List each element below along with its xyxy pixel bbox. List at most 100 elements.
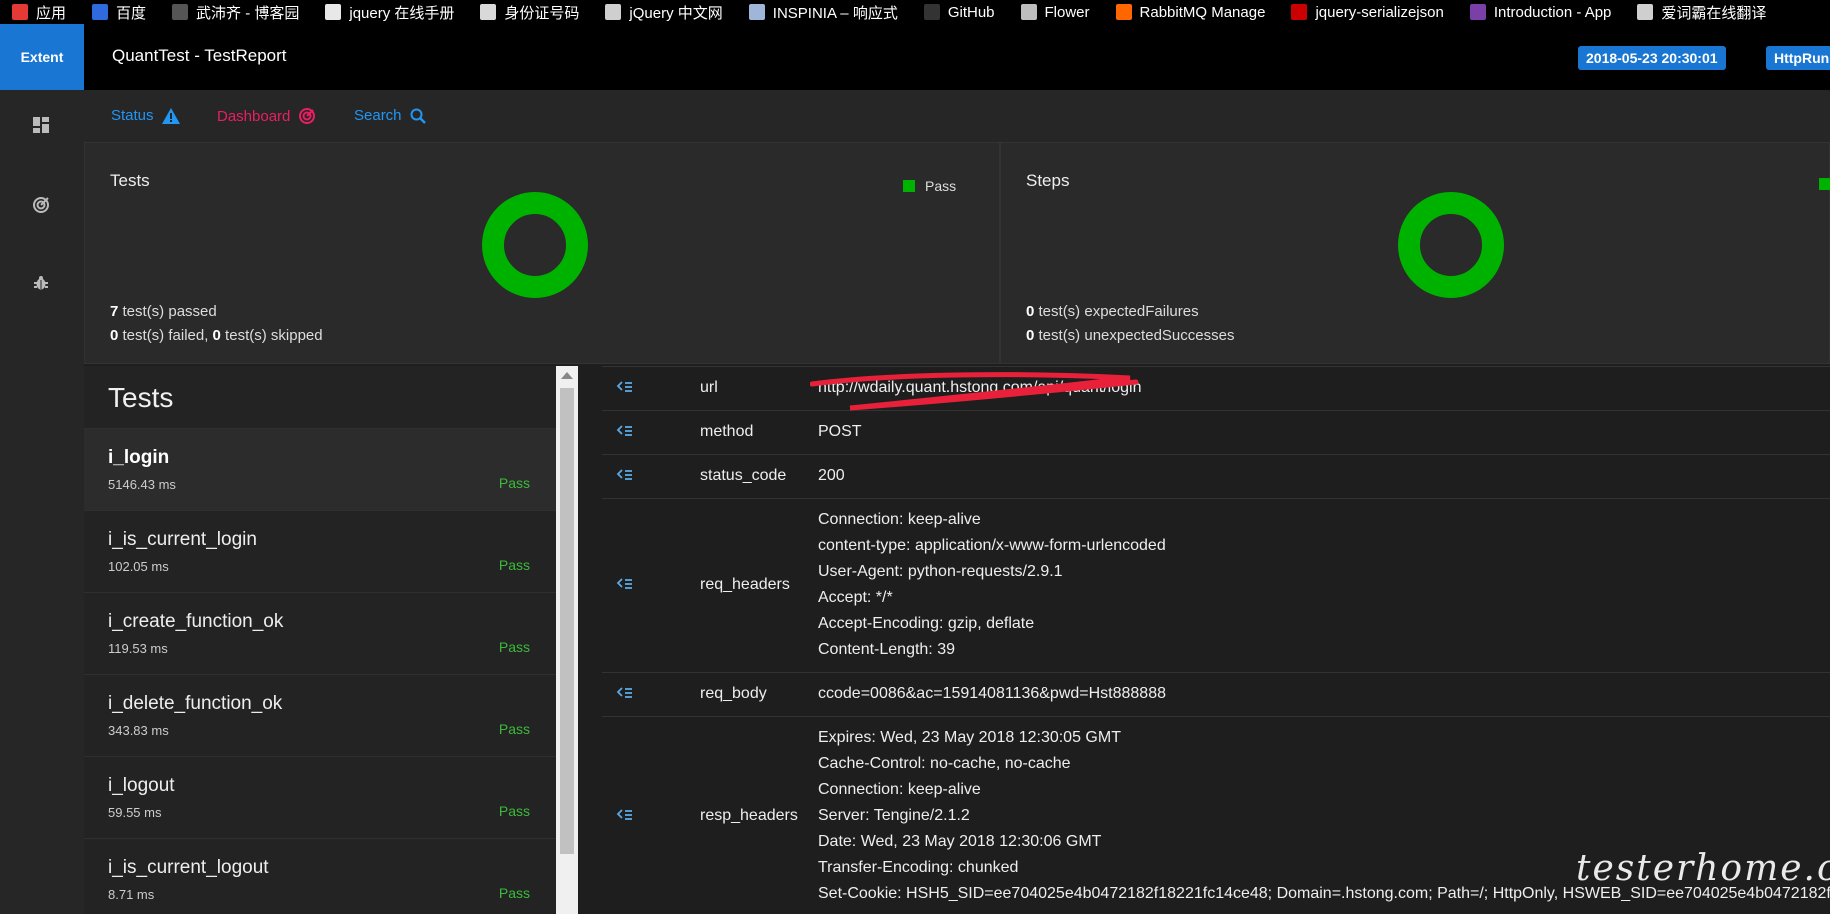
bookmark-label: INSPINIA – 响应式 — [772, 4, 898, 22]
bookmark-label: jQuery 中文网 — [629, 4, 723, 22]
bookmark-item[interactable]: jQuery 中文网 — [605, 2, 723, 23]
detail-value-line: Cache-Control: no-cache, no-cache — [818, 755, 1071, 772]
bookmark-item[interactable]: 身份证号码 — [480, 2, 579, 23]
detail-value-line: content-type: application/x-www-form-url… — [818, 537, 1166, 554]
tests-heading: Tests — [108, 382, 174, 413]
expand-toggle-icon[interactable] — [616, 424, 634, 438]
bookmark-label: RabbitMQ Manage — [1139, 3, 1266, 21]
bug-icon[interactable] — [30, 272, 52, 294]
test-status: Pass — [498, 557, 530, 573]
test-list-item[interactable]: i_login 5146.43 ms Pass — [84, 428, 556, 510]
test-list-item[interactable]: i_create_function_ok 119.53 ms Pass — [84, 592, 556, 674]
radar-icon[interactable] — [30, 194, 52, 216]
page-icon — [605, 4, 622, 20]
test-status: Pass — [498, 885, 530, 901]
bookmark-item[interactable]: 应用 — [12, 2, 66, 23]
bookmark-label: 应用 — [36, 4, 67, 22]
bookmark-item[interactable]: 武沛齐 - 博客园 — [172, 2, 299, 23]
app-icon — [1469, 4, 1486, 20]
steps-legend — [1819, 178, 1830, 190]
timestamp-badge: 2018-05-23 20:30:01 — [1578, 46, 1726, 70]
detail-row: status_code 200 — [602, 454, 1830, 498]
test-list-item[interactable]: i_is_current_logout 8.71 ms Pass — [84, 838, 556, 914]
detail-value-line: Accept-Encoding: gzip, deflate — [818, 615, 1035, 632]
test-detail-panel: url http://wdaily.quant.hstong.com/api/qu… — [578, 366, 1830, 914]
bookmark-label: 爱词霸在线翻译 — [1661, 4, 1767, 22]
scroll-up-arrow[interactable] — [561, 372, 573, 379]
bookmark-label: jquery-serializejson — [1315, 3, 1444, 21]
steps-summary-card: Steps 0 test(s) expectedFailures 0 test(… — [1000, 142, 1830, 364]
dashboard-grid-icon[interactable] — [30, 114, 52, 136]
detail-key: method — [700, 423, 754, 440]
test-duration: 102.05 ms — [108, 559, 169, 574]
bookmark-item[interactable]: jquery-serializejson — [1291, 3, 1444, 21]
donut-slice-pass[interactable] — [482, 192, 588, 298]
donut-slice-pass[interactable] — [1398, 192, 1504, 298]
expand-toggle-icon[interactable] — [616, 577, 634, 591]
test-name: i_delete_function_ok — [108, 693, 283, 714]
blog-icon — [172, 4, 189, 20]
detail-row: req_body ccode=0086&ac=15914081136&pwd=Hs… — [602, 672, 1830, 716]
search-tab[interactable]: Search — [354, 107, 426, 124]
detail-value-line: ccode=0086&ac=15914081136&pwd=Hst888888 — [818, 685, 1166, 702]
brand-logo[interactable]: Extent — [0, 24, 84, 90]
bookmark-item[interactable]: INSPINIA – 响应式 — [748, 2, 898, 23]
detail-value-line: Expires: Wed, 23 May 2018 12:30:05 GMT — [818, 729, 1121, 746]
scrollbar-thumb[interactable] — [560, 388, 574, 854]
test-list-panel: Tests i_login 5146.43 ms Pass i_is_current_… — [84, 366, 556, 914]
test-list-item[interactable]: i_is_current_login 102.05 ms Pass — [84, 510, 556, 592]
bookmark-label: 百度 — [116, 4, 147, 22]
detail-row: req_headers Connection: keep-alive content… — [602, 498, 1830, 672]
detail-value-line: Connection: keep-alive — [818, 781, 981, 798]
bookmark-item[interactable]: 百度 — [92, 2, 146, 23]
bookmark-label: GitHub — [947, 3, 995, 21]
test-status: Pass — [498, 639, 530, 655]
tests-skipped-text: test(s) skipped — [220, 327, 323, 344]
dashboard-radar-icon — [299, 108, 316, 124]
bookmark-item[interactable]: Introduction - App — [1469, 4, 1611, 21]
status-tab[interactable]: Status — [111, 107, 180, 124]
tests-donut-chart — [482, 192, 588, 298]
pass-legend-label: Pass — [925, 178, 957, 194]
detail-key: req_body — [700, 685, 767, 702]
test-name: i_login — [108, 447, 170, 468]
bookmarks-bar: 应用 百度 武沛齐 - 博客园 jquery 在线手册 身份证号码 jQuery 中文网 I… — [0, 0, 1830, 24]
detail-value: POST — [818, 419, 862, 445]
tests-summary-card: Tests Pass 7 test(s) passed 0 test(s) fa… — [84, 142, 1000, 364]
bookmark-item[interactable]: Flower — [1020, 4, 1090, 21]
watermark: testerhome.com — [1576, 848, 1830, 889]
tests-passed-stat: 7 test(s) passed — [110, 303, 217, 320]
side-nav — [0, 90, 84, 914]
test-duration: 8.71 ms — [108, 887, 155, 902]
expand-toggle-icon[interactable] — [616, 808, 634, 822]
github-icon — [923, 4, 940, 20]
steps-legend-swatch — [1819, 178, 1830, 190]
detail-value-line: Content-Length: 39 — [818, 641, 955, 658]
test-duration: 119.53 ms — [108, 641, 168, 656]
pass-legend-swatch — [903, 180, 915, 192]
detail-key: req_headers — [700, 576, 790, 593]
bookmark-item[interactable]: RabbitMQ Manage — [1115, 3, 1266, 21]
expected-failures-stat: 0 test(s) expectedFailures — [1026, 303, 1199, 320]
tests-legend: Pass — [903, 178, 956, 194]
bookmark-item[interactable]: GitHub — [923, 3, 995, 21]
bookmark-item[interactable]: jquery 在线手册 — [325, 2, 454, 23]
tests-passed-text: test(s) passed — [118, 303, 217, 320]
expand-toggle-icon[interactable] — [616, 380, 634, 394]
apps-grid-icon — [12, 4, 28, 20]
dashboard-tab[interactable]: Dashboard — [217, 107, 316, 125]
rabbitmq-icon — [1115, 4, 1132, 20]
steps-card-title: Steps — [1026, 171, 1070, 190]
expand-toggle-icon[interactable] — [616, 468, 634, 482]
detail-value-line: Accept: */* — [818, 589, 893, 606]
jquery-manual-icon — [325, 4, 342, 20]
bookmark-item[interactable]: 爱词霸在线翻译 — [1637, 2, 1766, 23]
test-list-item[interactable]: i_delete_function_ok 343.83 ms Pass — [84, 674, 556, 756]
search-icon — [410, 108, 426, 124]
tests-failed-skipped-stat: 0 test(s) failed, 0 test(s) skipped — [110, 327, 323, 344]
expand-toggle-icon[interactable] — [616, 686, 634, 700]
test-list-scrollbar[interactable] — [556, 366, 578, 914]
detail-value: ccode=0086&ac=15914081136&pwd=Hst888888 — [818, 681, 1166, 707]
baidu-paw-icon — [92, 4, 109, 20]
test-list-item[interactable]: i_logout 59.55 ms Pass — [84, 756, 556, 838]
